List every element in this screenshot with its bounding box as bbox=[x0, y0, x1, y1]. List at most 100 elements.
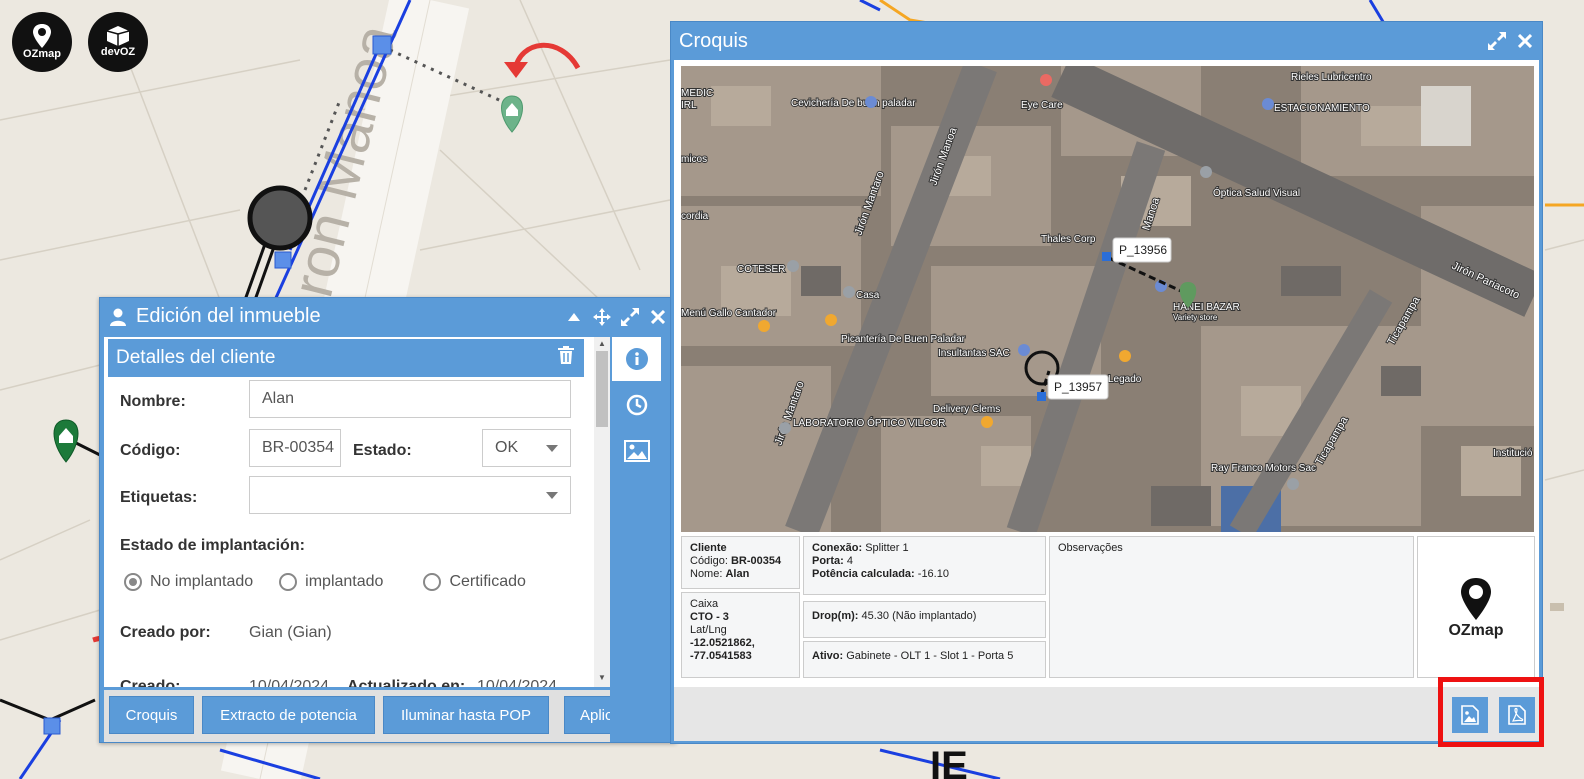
power-extract-button[interactable]: Extracto de potencia bbox=[202, 696, 375, 734]
poi-label: Ray Franco Motors Sac bbox=[1211, 463, 1316, 474]
poi-label: Legado bbox=[1108, 374, 1142, 385]
box-icon bbox=[107, 26, 129, 46]
expand-icon[interactable] bbox=[1488, 32, 1506, 50]
conexao-info-box: Conexão: Splitter 1 Porta: 4 Potência ca… bbox=[803, 536, 1046, 595]
latlng-label: Lat/Lng bbox=[690, 624, 727, 636]
pole-label-p13956[interactable]: P_13956 bbox=[1112, 237, 1172, 263]
pole-label-p13957[interactable]: P_13957 bbox=[1047, 374, 1109, 400]
svg-text:P_13957: P_13957 bbox=[1054, 380, 1102, 394]
poi-label: HANEI BAZAR bbox=[1173, 302, 1240, 313]
tab-info[interactable] bbox=[612, 337, 661, 381]
conexao-label: Conexão: bbox=[812, 542, 863, 554]
poi-label: IRL bbox=[681, 100, 697, 111]
chevron-down-icon bbox=[546, 445, 558, 452]
estado-label: Estado: bbox=[353, 442, 412, 459]
radio-implantado[interactable]: implantado bbox=[279, 573, 383, 591]
implantacion-label: Estado de implantación: bbox=[120, 537, 305, 554]
edit-panel-titlebar[interactable]: Edición del inmueble bbox=[100, 298, 675, 335]
illuminate-pop-button[interactable]: Iluminar hasta POP bbox=[383, 696, 549, 734]
radio-dot[interactable] bbox=[279, 573, 298, 591]
close-icon[interactable] bbox=[1516, 32, 1534, 50]
scroll-up-icon[interactable]: ▲ bbox=[598, 339, 606, 348]
drop-label: Drop(m): bbox=[812, 610, 859, 622]
map-pin-icon bbox=[1461, 577, 1491, 620]
trash-icon[interactable] bbox=[558, 346, 574, 370]
poi-label: Insultantas SAC bbox=[938, 348, 1010, 359]
cliente-info-box: Cliente Código: BR-00354 Nome: Alan bbox=[681, 536, 800, 589]
edit-panel-footer: Croquis Extracto de potencia Iluminar ha… bbox=[104, 690, 610, 742]
scroll-down-icon[interactable]: ▼ bbox=[598, 673, 606, 682]
ozmap-logo-text: OZmap bbox=[23, 48, 61, 60]
caixa-label: Caixa bbox=[690, 598, 719, 610]
potencia-label: Potência calculada: bbox=[812, 568, 915, 580]
poi-label: Variety store bbox=[1173, 313, 1218, 322]
radio-no-implantado[interactable]: No implantado bbox=[124, 573, 253, 591]
apply-button[interactable]: Aplic bbox=[564, 696, 610, 734]
actualizado-label: Actualizado en: bbox=[347, 678, 466, 687]
caixa-cto: CTO - 3 bbox=[690, 611, 729, 623]
radio-dot[interactable] bbox=[423, 573, 442, 591]
codigo-input[interactable]: BR-00354 bbox=[249, 429, 341, 467]
move-icon[interactable] bbox=[593, 307, 611, 326]
cliente-codigo-label: Código: bbox=[690, 555, 728, 567]
poi-label: Óptica Salud Visual bbox=[1213, 186, 1300, 199]
expand-icon[interactable] bbox=[621, 307, 639, 326]
poi-label: Cevichería De buen paladar bbox=[791, 98, 916, 109]
satellite-map[interactable]: Jirón Mantaro Jirón Manoa Manoa Jirón Pa… bbox=[681, 66, 1534, 532]
creado-label: Creado: bbox=[120, 678, 181, 687]
estado-select[interactable]: OK bbox=[482, 429, 571, 467]
croquis-panel[interactable]: Croquis Jirón Mantaro Jirón Manoa Manoa … bbox=[670, 21, 1543, 744]
edit-scrollbar[interactable]: ▲ ▼ bbox=[594, 337, 610, 687]
croquis-title: Croquis bbox=[679, 29, 748, 52]
client-details-header: Detalles del cliente bbox=[108, 339, 584, 377]
client-details-title: Detalles del cliente bbox=[116, 347, 276, 368]
chevron-down-icon bbox=[546, 492, 558, 499]
croquis-titlebar[interactable]: Croquis bbox=[671, 22, 1542, 60]
export-buttons-highlight bbox=[1438, 677, 1544, 747]
scroll-thumb[interactable] bbox=[596, 351, 608, 427]
radio-dot[interactable] bbox=[124, 573, 142, 591]
porta-label: Porta: bbox=[812, 555, 844, 567]
cto-marker[interactable] bbox=[247, 185, 313, 251]
etiquetas-select[interactable] bbox=[249, 476, 571, 514]
ozmap-logo[interactable]: OZmap bbox=[12, 12, 72, 72]
poi-label: ESTACIONAMIENTO bbox=[1274, 103, 1370, 114]
poi-label: COTESER bbox=[737, 264, 785, 275]
ativo-label: Ativo: bbox=[812, 650, 844, 662]
nombre-input[interactable]: Alan bbox=[249, 380, 571, 418]
tab-images[interactable] bbox=[612, 429, 661, 473]
edit-property-panel[interactable]: Edición del inmueble Detalles del client… bbox=[99, 297, 676, 743]
radio-certificado[interactable]: Certificado bbox=[423, 573, 526, 591]
radio-label: Certificado bbox=[449, 573, 526, 590]
nombre-label: Nombre: bbox=[120, 393, 186, 410]
croquis-content: Jirón Mantaro Jirón Manoa Manoa Jirón Pa… bbox=[674, 60, 1539, 741]
poi-label: Rieles Lubricentro bbox=[1291, 72, 1372, 83]
map-splice-square[interactable] bbox=[372, 35, 392, 55]
radio-label: No implantado bbox=[150, 573, 254, 590]
devoz-logo[interactable]: devOZ bbox=[88, 12, 148, 72]
observacoes-label: Observações bbox=[1058, 542, 1123, 554]
cliente-nome: Alan bbox=[725, 568, 750, 580]
close-icon[interactable] bbox=[649, 308, 667, 326]
porta-value: 4 bbox=[846, 555, 853, 567]
poi-label: micos bbox=[681, 154, 707, 165]
implantacion-radio-group: No implantado implantado Certificado bbox=[124, 573, 552, 591]
actualizado-value: 10/04/2024 bbox=[477, 678, 558, 687]
ozmap-logo-box: OZmap bbox=[1417, 536, 1535, 678]
observacoes-box: Observações bbox=[1049, 536, 1414, 678]
caixa-lat: -12.0521862, bbox=[690, 637, 755, 649]
croquis-footer bbox=[674, 687, 1539, 741]
map-pin-icon bbox=[33, 24, 51, 48]
tab-history[interactable] bbox=[612, 383, 661, 427]
radio-label: implantado bbox=[305, 573, 384, 590]
poi-label: Institució 1003 Re bbox=[1493, 448, 1534, 459]
croquis-button[interactable]: Croquis bbox=[109, 696, 194, 734]
creado-por-value: Gian (Gian) bbox=[249, 624, 332, 641]
clock-icon bbox=[626, 394, 647, 416]
poi-label: Delivery Clems bbox=[933, 404, 1000, 415]
user-icon bbox=[110, 308, 126, 326]
info-icon bbox=[625, 348, 648, 370]
devoz-logo-text: devOZ bbox=[100, 46, 136, 58]
potencia-value: -16.10 bbox=[917, 568, 949, 580]
collapse-icon[interactable] bbox=[565, 308, 583, 326]
